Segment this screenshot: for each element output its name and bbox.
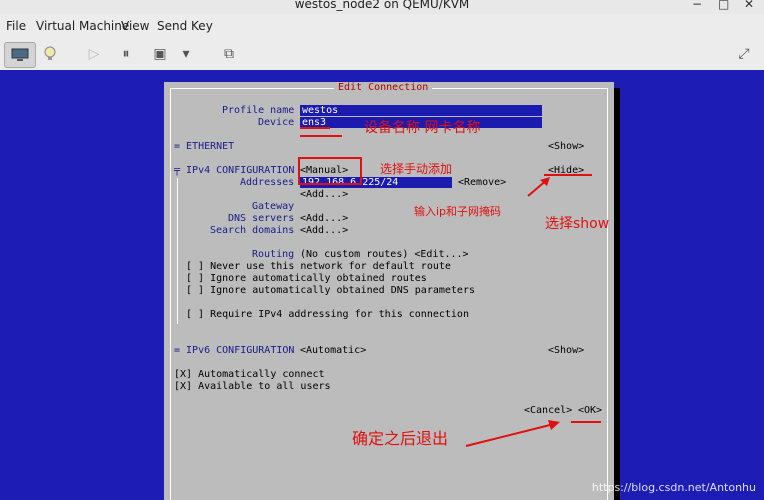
fullscreen-button[interactable]: ⤢ <box>732 42 756 66</box>
power-button[interactable]: ▣ <box>150 42 170 66</box>
ipv4-section-label: ╤ IPv4 CONFIGURATION <box>174 165 295 176</box>
ethernet-section-label: = ETHERNET <box>174 141 235 152</box>
ethernet-show-button[interactable]: <Show> <box>548 141 584 153</box>
cancel-button[interactable]: <Cancel> <box>524 405 572 417</box>
power-dropdown-button[interactable]: ▾ <box>178 42 194 66</box>
close-icon[interactable]: ✕ <box>744 0 754 11</box>
device-label: Device <box>258 117 295 128</box>
chevron-down-icon: ▾ <box>182 46 190 62</box>
window-titlebar: westos_node2 on QEMU/KVM − □ ✕ <box>0 0 764 15</box>
ipv6-show-button[interactable]: <Show> <box>548 345 584 357</box>
annotation-arrow-hide <box>527 177 550 197</box>
addresses-label: Addresses <box>240 177 295 188</box>
routing-label: Routing <box>252 249 295 260</box>
never-default-route-checkbox[interactable]: [ ] Never use this network for default r… <box>186 261 451 273</box>
ignore-routes-checkbox[interactable]: [ ] Ignore automatically obtained routes <box>186 273 427 285</box>
ok-button[interactable]: <OK> <box>578 405 602 417</box>
menu-bar: File Virtual Machine View Send Key <box>0 14 764 38</box>
dialog-title: Edit Connection <box>334 82 433 93</box>
ignore-dns-checkbox[interactable]: [ ] Ignore automatically obtained DNS pa… <box>186 285 475 297</box>
annotation-underline-device <box>300 135 342 137</box>
pause-button[interactable]: ⏸ <box>116 42 136 66</box>
ipv4-section-bracket <box>177 178 178 324</box>
annotation-ip-mask: 输入ip和子网掩码 <box>414 205 502 218</box>
minimize-icon[interactable]: − <box>692 0 702 11</box>
menu-virtual-machine[interactable]: Virtual Machine <box>36 19 129 33</box>
annotation-underline-profile <box>300 127 330 129</box>
search-domains-label: Search domains <box>210 225 295 236</box>
auto-connect-checkbox[interactable]: [X] Automatically connect <box>174 369 325 381</box>
annotation-arrow-ok <box>465 420 560 447</box>
play-icon: ▷ <box>88 46 100 62</box>
watermark: https://blog.csdn.net/Antonhu <box>591 481 756 494</box>
console-button[interactable] <box>4 42 36 68</box>
pause-icon: ⏸ <box>122 46 130 62</box>
toolbar: ▷ ⏸ ▣ ▾ ⧉ ⤢ <box>0 38 764 71</box>
play-button[interactable]: ▷ <box>84 42 104 66</box>
menu-view[interactable]: View <box>121 19 149 33</box>
routing-edit-button[interactable]: (No custom routes) <Edit...> <box>300 249 469 261</box>
snapshots-icon: ⧉ <box>224 46 234 62</box>
ipv6-section-label: = IPv6 CONFIGURATION <box>174 345 295 356</box>
menu-send-key[interactable]: Send Key <box>157 19 213 33</box>
monitor-icon <box>11 48 29 61</box>
maximize-icon[interactable]: □ <box>718 0 729 11</box>
window-title: westos_node2 on QEMU/KVM <box>294 0 470 11</box>
power-icon: ▣ <box>153 46 167 62</box>
annotation-names: 设备名称 网卡名称 <box>364 120 481 136</box>
add-address-button[interactable]: <Add...> <box>300 189 348 201</box>
profile-name-label: Profile name <box>222 105 295 116</box>
details-button[interactable] <box>38 42 62 66</box>
profile-name-input[interactable]: westos <box>300 105 542 116</box>
menu-file[interactable]: File <box>6 19 26 33</box>
dialog-shadow-strip <box>614 92 620 500</box>
add-dns-button[interactable]: <Add...> <box>300 213 348 225</box>
lightbulb-icon <box>44 46 56 60</box>
annotation-show: 选择show <box>545 216 610 232</box>
annotation-manual: 选择手动添加 <box>380 162 453 176</box>
require-ipv4-checkbox[interactable]: [ ] Require IPv4 addressing for this con… <box>186 309 469 321</box>
add-search-domain-button[interactable]: <Add...> <box>300 225 348 237</box>
annotation-box-manual <box>298 157 362 185</box>
snapshots-button[interactable]: ⧉ <box>218 42 240 66</box>
gateway-label: Gateway <box>252 201 295 212</box>
annotation-underline-ok <box>571 421 601 423</box>
remove-address-button[interactable]: <Remove> <box>458 177 506 189</box>
all-users-checkbox[interactable]: [X] Available to all users <box>174 381 331 393</box>
dns-servers-label: DNS servers <box>228 213 295 224</box>
ipv6-method-button[interactable]: <Automatic> <box>300 345 366 357</box>
fullscreen-icon: ⤢ <box>738 46 750 62</box>
annotation-confirm: 确定之后退出 <box>352 429 449 448</box>
